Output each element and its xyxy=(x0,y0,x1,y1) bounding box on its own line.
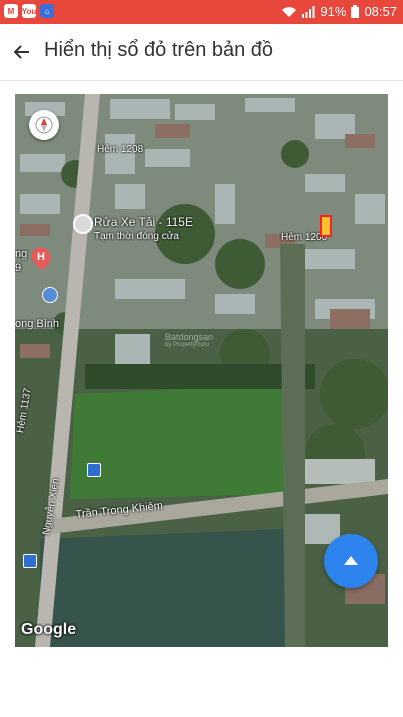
youtube-icon: You xyxy=(22,4,36,18)
back-button[interactable] xyxy=(6,36,38,68)
poi-pin[interactable] xyxy=(73,214,93,234)
street-label: ong Bình xyxy=(15,318,60,330)
street-label: Hẻm 1208 xyxy=(97,144,144,155)
system-indicators: 91% 08:57 xyxy=(281,4,397,19)
battery-icon xyxy=(351,5,360,18)
poi-status: Tạm thời đóng cửa xyxy=(94,231,179,242)
wifi-icon xyxy=(282,6,297,17)
battery-level: 91% xyxy=(320,4,347,19)
street-label: ng xyxy=(15,248,28,260)
bus-stop-icon[interactable] xyxy=(87,463,101,477)
app-bar: Hiển thị sổ đỏ trên bản đồ xyxy=(0,24,403,81)
signal-icon xyxy=(302,5,315,18)
scroll-up-button[interactable] xyxy=(324,534,378,588)
status-bar: M You ⌂ 91% 08:57 xyxy=(0,0,403,24)
notification-icons: M You ⌂ xyxy=(4,4,54,18)
compass-icon xyxy=(35,116,53,134)
compass-button[interactable] xyxy=(29,110,59,140)
street-label: 9 xyxy=(15,262,22,274)
google-attribution: Google xyxy=(21,621,77,638)
page-title: Hiển thị sổ đỏ trên bản đồ xyxy=(44,39,274,61)
gmail-icon: M xyxy=(4,4,18,18)
arrow-left-icon xyxy=(13,45,29,59)
clock: 08:57 xyxy=(364,4,397,19)
arrow-up-icon xyxy=(344,556,358,565)
land-plot-marker[interactable] xyxy=(320,215,332,237)
watermark: Batdongsan by PropertyGuru xyxy=(165,332,214,348)
bus-stop-icon[interactable] xyxy=(23,554,37,568)
home-app-icon: ⌂ xyxy=(40,4,54,18)
poi-name[interactable]: Rửa Xe Tải - 115E xyxy=(94,215,193,229)
post-office-icon[interactable] xyxy=(42,287,58,303)
